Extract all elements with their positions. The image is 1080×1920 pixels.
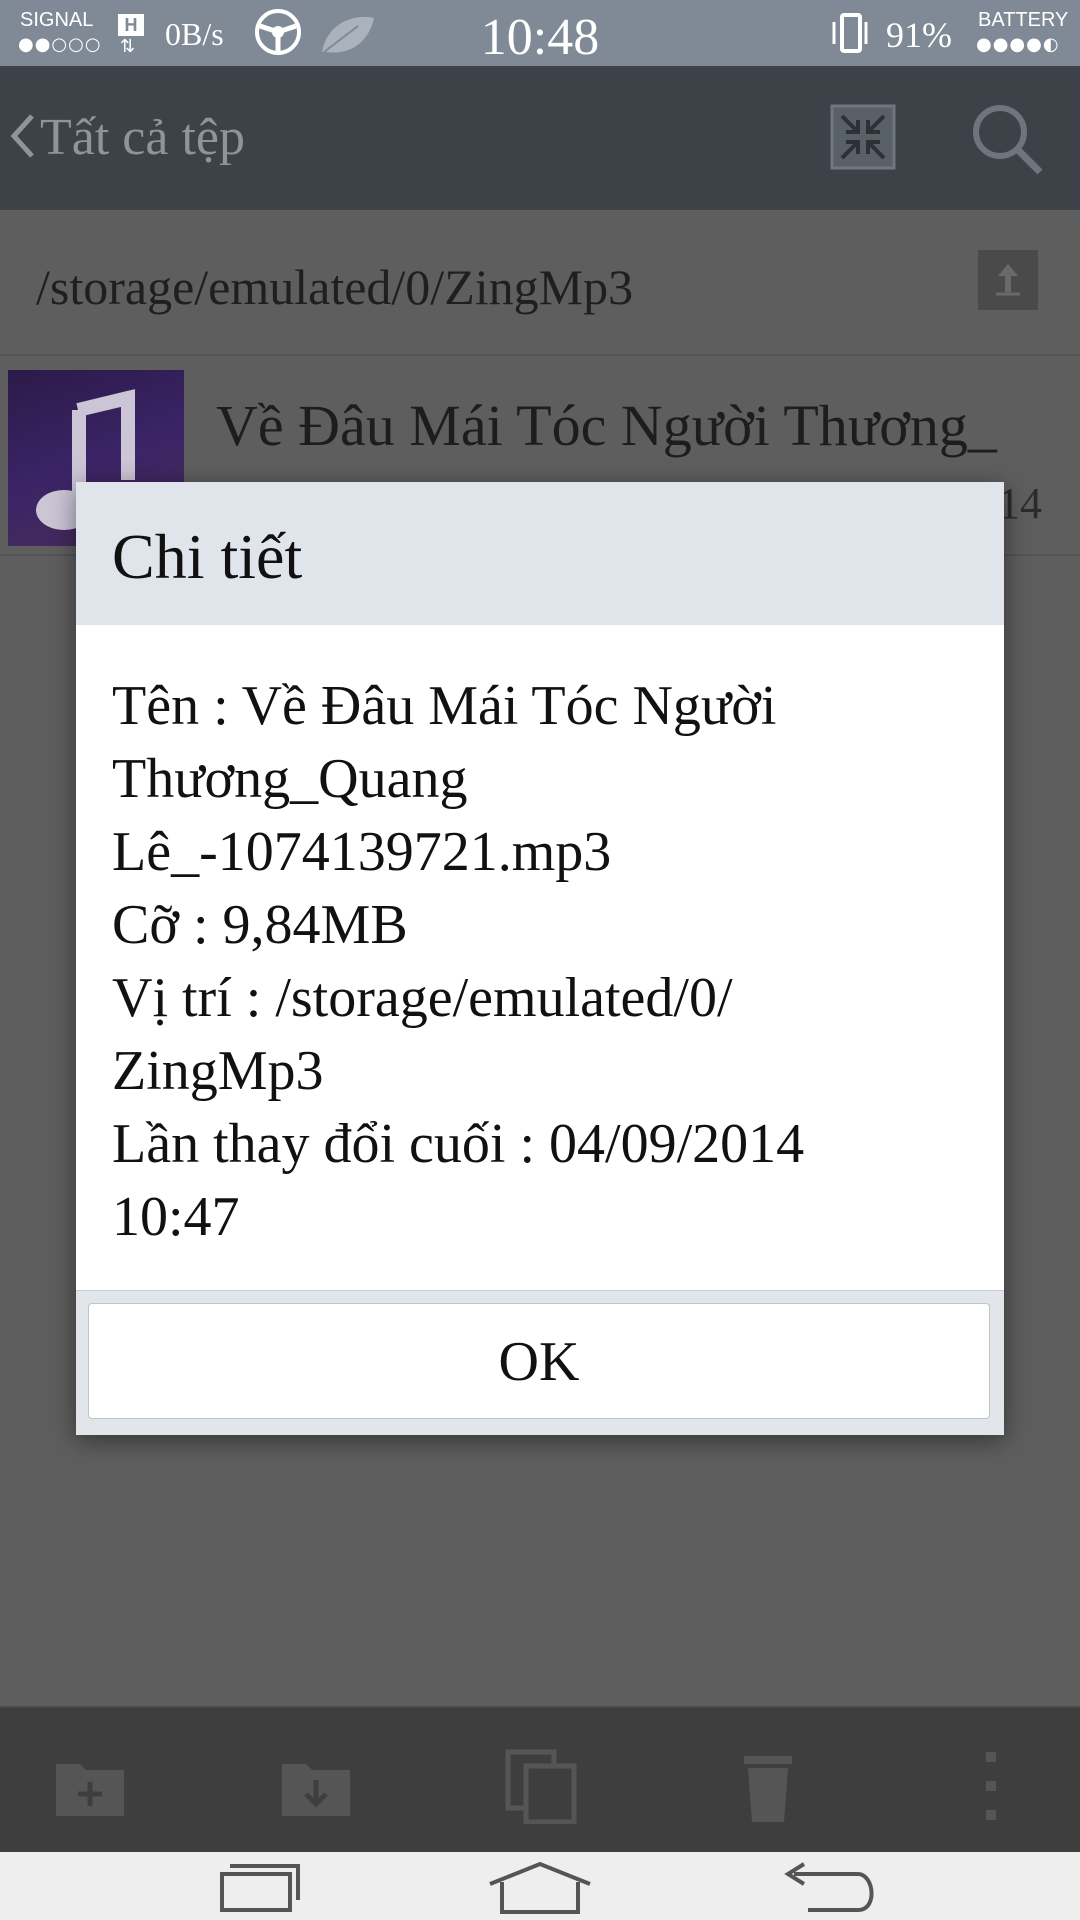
details-dialog: Chi tiết Tên : Về Đâu Mái Tóc Người Thươ… (76, 482, 1004, 1435)
dialog-body: Tên : Về Đâu Mái Tóc Người Thương_Quang … (112, 670, 968, 1254)
file-date: 14 (998, 479, 1042, 528)
copy-icon[interactable] (504, 1748, 580, 1824)
bottom-toolbar (0, 1706, 1080, 1854)
move-to-folder-icon[interactable] (278, 1748, 354, 1824)
navigation-bar (0, 1852, 1080, 1920)
back-icon[interactable] (774, 1860, 882, 1914)
search-icon[interactable] (968, 100, 1046, 178)
battery-label: BATTERY (978, 9, 1069, 31)
detail-line: Lần thay đổi cuối : 04/09/2014 (112, 1113, 805, 1175)
app-bar: Tất cả tệp (0, 66, 1080, 210)
detail-line: Tên : Về Đâu Mái Tóc Người (112, 675, 777, 737)
dialog-header: Chi tiết (76, 482, 1004, 625)
detail-line: 10:47 (112, 1186, 240, 1248)
detail-line: ZingMp3 (112, 1040, 324, 1102)
up-folder-button[interactable] (978, 250, 1038, 310)
screen: SIGNAL ●●○○○ H ⇅ 0B/s 10:48 91% BATTERY … (0, 0, 1080, 1920)
file-name: Về Đâu Mái Tóc Người Thương_ (216, 393, 997, 458)
dialog-footer: OK (76, 1290, 1004, 1435)
new-folder-icon[interactable] (52, 1748, 128, 1824)
detail-line: Vị trí : /storage/emulated/0/ (112, 967, 733, 1029)
recent-apps-icon[interactable] (202, 1860, 310, 1914)
vibrate-icon (832, 13, 868, 53)
delete-icon[interactable] (730, 1748, 806, 1824)
detail-line: Lê_-1074139721.mp3 (112, 821, 612, 883)
status-bar: SIGNAL ●●○○○ H ⇅ 0B/s 10:48 91% BATTERY … (0, 0, 1080, 66)
up-arrow-icon (996, 264, 1020, 296)
detail-line: Thương_Quang (112, 748, 468, 810)
overflow-menu-icon[interactable] (952, 1748, 1028, 1824)
app-title[interactable]: Tất cả tệp (40, 108, 245, 167)
collapse-icon[interactable] (830, 104, 896, 170)
current-path: /storage/emulated/0/ZingMp3 (36, 259, 634, 315)
detail-line: Cỡ : 9,84MB (112, 894, 408, 956)
home-icon[interactable] (486, 1860, 594, 1914)
dialog-title: Chi tiết (112, 521, 303, 592)
chevron-left-icon[interactable] (4, 110, 40, 162)
path-bar: /storage/emulated/0/ZingMp3 (0, 210, 1080, 356)
battery-dots: ●●●●◐ (976, 34, 1060, 55)
ok-button[interactable]: OK (88, 1303, 990, 1419)
battery-percent: 91% (886, 15, 952, 55)
